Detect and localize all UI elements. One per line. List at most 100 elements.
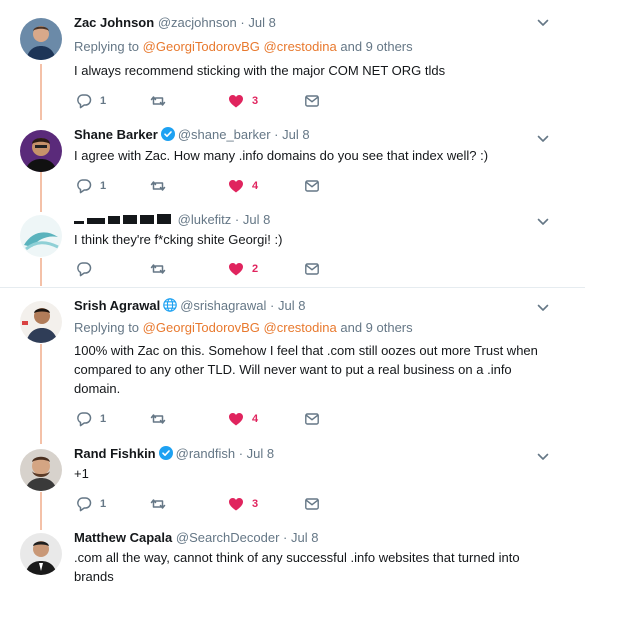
globe-icon [163, 298, 178, 312]
username[interactable]: @shane_barker [178, 127, 271, 142]
dm-button[interactable] [304, 93, 320, 109]
mention-link[interactable]: @crestodina [264, 39, 337, 54]
avatar[interactable] [20, 449, 62, 491]
tweet-text: I agree with Zac. How many .info domains… [74, 148, 489, 163]
retweet-icon [150, 414, 166, 424]
retweet-button[interactable] [150, 93, 166, 109]
like-count: 4 [252, 413, 259, 425]
retweet-icon [150, 499, 166, 509]
mention-link[interactable]: @crestodina [264, 320, 337, 335]
tweet-text: 100% with Zac on this. Somehow I feel th… [74, 343, 538, 396]
reply-count: 1 [100, 498, 107, 510]
mail-icon [305, 498, 319, 510]
like-button[interactable]: 3 [228, 93, 258, 109]
heart-icon [229, 263, 243, 276]
tweet[interactable]: Zac Johnson @zacjohnson · Jul 8 Replying… [0, 14, 585, 124]
chevron-down-icon[interactable] [537, 302, 549, 314]
tweet[interactable]: Srish Agrawal @srishagrawal · Jul 8 Reply… [0, 297, 585, 437]
separator: · [270, 298, 275, 313]
reply-button[interactable]: 1 [76, 411, 106, 427]
timestamp[interactable]: Jul 8 [248, 15, 275, 30]
mention-link[interactable]: @GeorgiTodorovBG [143, 320, 260, 335]
display-name[interactable]: Srish Agrawal [74, 298, 160, 313]
reply-others[interactable]: and 9 others [340, 320, 412, 335]
reply-others[interactable]: and 9 others [340, 39, 412, 54]
username[interactable]: @lukefitz [178, 212, 232, 227]
retweet-button[interactable] [150, 496, 166, 512]
like-button[interactable]: 4 [228, 178, 258, 194]
heart-icon [229, 95, 243, 108]
dm-button[interactable] [304, 411, 320, 427]
heart-icon [229, 180, 243, 193]
reply-icon [77, 94, 92, 109]
like-count: 4 [252, 180, 259, 192]
avatar[interactable] [20, 18, 62, 60]
separator: · [283, 530, 288, 545]
display-name[interactable]: Zac Johnson [74, 15, 154, 30]
tweet-header: Matthew Capala @SearchDecoder · Jul 8 [74, 529, 318, 547]
tweet-text: I think they're f*cking shite Georgi! :) [74, 232, 283, 247]
chevron-down-icon[interactable] [537, 451, 549, 463]
tweet[interactable]: Matthew Capala @SearchDecoder · Jul 8 .c… [0, 529, 585, 599]
username[interactable]: @zacjohnson [158, 15, 237, 30]
chevron-down-icon[interactable] [537, 216, 549, 228]
verified-icon [158, 446, 173, 460]
chevron-down-icon[interactable] [537, 133, 549, 145]
avatar[interactable] [20, 130, 62, 172]
reply-count: 1 [100, 413, 107, 425]
reply-button[interactable]: 1 [76, 496, 106, 512]
separator: · [240, 15, 245, 30]
reply-button[interactable] [76, 261, 92, 277]
tweet-header: @lukefitz · Jul 8 [74, 211, 270, 229]
like-button[interactable]: 4 [228, 411, 258, 427]
timestamp[interactable]: Jul 8 [282, 127, 309, 142]
separator: · [238, 446, 244, 461]
mail-icon [305, 263, 319, 275]
timestamp[interactable]: Jul 8 [243, 212, 270, 227]
username[interactable]: @SearchDecoder [176, 530, 280, 545]
redacted-name [74, 212, 174, 227]
tweet[interactable]: Rand Fishkin @randfish · Jul 8 +1 1 3 [0, 445, 585, 525]
display-name[interactable]: Rand Fishkin [74, 446, 156, 461]
avatar[interactable] [20, 215, 62, 257]
retweet-button[interactable] [150, 178, 166, 194]
avatar[interactable] [20, 301, 62, 343]
tweet-text: I always recommend sticking with the maj… [74, 63, 446, 78]
dm-button[interactable] [304, 178, 320, 194]
chevron-down-icon[interactable] [537, 17, 549, 29]
separator: · [234, 212, 240, 227]
reply-context: Replying to @GeorgiTodorovBG @crestodina… [74, 38, 413, 56]
avatar[interactable] [20, 533, 62, 575]
retweet-button[interactable] [150, 411, 166, 427]
tweet-header: Srish Agrawal @srishagrawal · Jul 8 [74, 297, 305, 315]
tweet-header: Zac Johnson @zacjohnson · Jul 8 [74, 14, 276, 32]
tweet-text: .com all the way, cannot think of any su… [74, 550, 520, 584]
dm-button[interactable] [304, 496, 320, 512]
timestamp[interactable]: Jul 8 [278, 298, 305, 313]
reply-context: Replying to @GeorgiTodorovBG @crestodina… [74, 319, 413, 337]
reply-button[interactable]: 1 [76, 178, 106, 194]
display-name[interactable]: Shane Barker [74, 127, 158, 142]
divider [0, 287, 585, 288]
heart-icon [229, 498, 243, 511]
mail-icon [305, 95, 319, 107]
retweet-button[interactable] [150, 261, 166, 277]
reply-prefix: Replying to [74, 39, 140, 54]
display-name[interactable]: Matthew Capala [74, 530, 172, 545]
dm-button[interactable] [304, 261, 320, 277]
reply-button[interactable]: 1 [76, 93, 106, 109]
mention-link[interactable]: @GeorgiTodorovBG [143, 39, 260, 54]
tweet-text: +1 [74, 466, 89, 481]
timestamp[interactable]: Jul 8 [247, 446, 274, 461]
reply-icon [77, 497, 92, 512]
username[interactable]: @srishagrawal [180, 298, 266, 313]
verified-icon [160, 127, 175, 141]
username[interactable]: @randfish [176, 446, 235, 461]
like-button[interactable]: 3 [228, 496, 258, 512]
retweet-icon [150, 264, 166, 274]
tweet[interactable]: @lukefitz · Jul 8 I think they're f*ckin… [0, 211, 585, 285]
timestamp[interactable]: Jul 8 [291, 530, 318, 545]
like-button[interactable]: 2 [228, 261, 258, 277]
tweet[interactable]: Shane Barker @shane_barker · Jul 8 I agre… [0, 126, 585, 206]
reply-count: 1 [100, 180, 107, 192]
